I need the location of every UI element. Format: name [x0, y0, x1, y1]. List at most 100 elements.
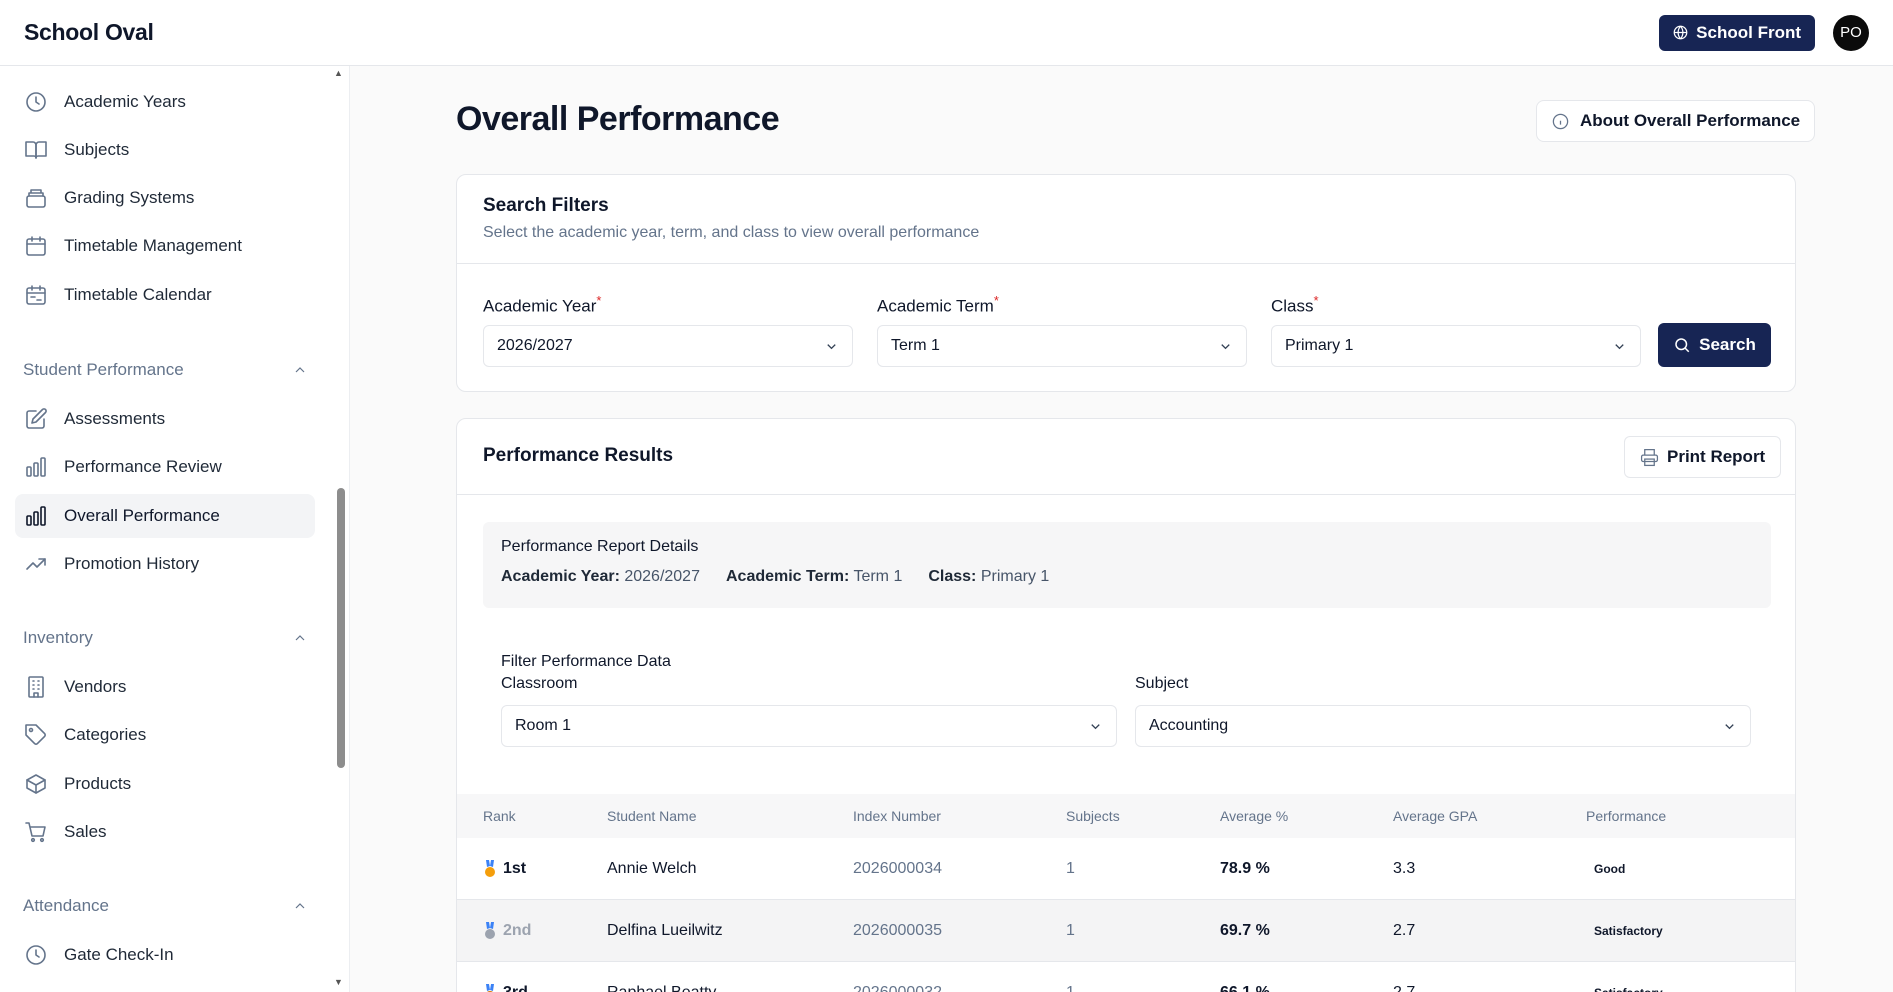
info-icon [1552, 113, 1569, 129]
academic-year-label: Academic Year* [483, 293, 601, 317]
classroom-value: Room 1 [515, 717, 572, 734]
header-average-gpa[interactable]: Average GPA [1393, 808, 1586, 824]
about-overall-performance-button[interactable]: About Overall Performance [1536, 100, 1816, 142]
chevron-down-icon [1221, 343, 1230, 349]
academic-term-label-text: Academic Term [877, 296, 994, 316]
class-select[interactable]: Primary 1 [1271, 325, 1641, 367]
sidebar-item-timetable-management[interactable]: Timetable Management [15, 224, 315, 268]
detail-class: Class: Primary 1 [928, 568, 1049, 586]
academic-year-select[interactable]: 2026/2027 [483, 325, 853, 367]
table-row[interactable]: 1st Annie Welch 2026000034 1 78.9 % 3.3 … [457, 838, 1795, 900]
sidebar: ▲ ▼ Academic Years Subjects Grading Syst… [0, 66, 350, 992]
sidebar-item-academic-years[interactable]: Academic Years [15, 80, 315, 124]
header-performance[interactable]: Performance [1586, 808, 1786, 824]
header-rank[interactable]: Rank [457, 808, 607, 824]
calendar-icon [26, 236, 46, 256]
about-label: About Overall Performance [1580, 111, 1801, 130]
student-name: Raphael Beatty [607, 983, 717, 992]
detail-value: Term 1 [853, 568, 903, 585]
sidebar-item-gate-check-in[interactable]: Gate Check-In [15, 933, 315, 977]
header-subjects[interactable]: Subjects [1066, 808, 1220, 824]
academic-term-value: Term 1 [891, 337, 940, 354]
sidebar-item-products[interactable]: Products [15, 762, 315, 806]
header-student-name[interactable]: Student Name [607, 808, 853, 824]
subject-select[interactable]: Accounting [1135, 705, 1751, 747]
academic-term-select[interactable]: Term 1 [877, 325, 1247, 367]
class-value: Primary 1 [1285, 337, 1354, 354]
chevron-down-icon [1091, 723, 1100, 729]
performance-results-title: Performance Results [483, 445, 674, 466]
section-attendance[interactable]: Attendance [23, 896, 308, 916]
performance-cell: Good [1586, 859, 1786, 879]
academic-year-value: 2026/2027 [497, 337, 573, 354]
chevron-up-icon [295, 903, 305, 909]
section-inventory[interactable]: Inventory [23, 628, 308, 648]
search-button[interactable]: Search [1658, 323, 1771, 367]
sidebar-item-label: Assessments [64, 409, 166, 428]
sidebar-item-overall-performance[interactable]: Overall Performance [15, 494, 315, 538]
sidebar-item-label: Academic Years [64, 92, 186, 111]
performance-badge: Satisfactory [1586, 983, 1671, 992]
average-gpa: 2.7 [1393, 921, 1416, 939]
header-average-percent[interactable]: Average % [1220, 808, 1393, 824]
performance-results-card: Performance Results Print Report Perform… [456, 418, 1796, 992]
gold-medal-icon [485, 859, 495, 877]
book-icon [25, 141, 47, 159]
chevron-up-icon [295, 635, 305, 641]
search-label: Search [1699, 335, 1756, 354]
sidebar-item-assessments[interactable]: Assessments [15, 397, 315, 441]
print-report-button[interactable]: Print Report [1624, 436, 1782, 478]
scroll-up-arrow-icon[interactable]: ▲ [334, 68, 343, 78]
sidebar-item-vendors[interactable]: Vendors [15, 665, 315, 709]
printer-icon [1640, 448, 1659, 466]
table-header: Rank Student Name Index Number Subjects … [457, 794, 1795, 838]
sidebar-item-timetable-calendar[interactable]: Timetable Calendar [15, 273, 315, 317]
sidebar-item-promotion-history[interactable]: Promotion History [15, 542, 315, 586]
sidebar-item-performance-review[interactable]: Performance Review [15, 445, 315, 489]
average-percent: 78.9 % [1220, 859, 1270, 877]
clock-icon [26, 945, 46, 965]
sidebar-scrollbar-thumb[interactable] [337, 488, 345, 768]
avatar[interactable]: PO [1833, 14, 1869, 51]
section-student-performance[interactable]: Student Performance [23, 360, 308, 380]
sidebar-item-grading-systems[interactable]: Grading Systems [15, 176, 315, 220]
classroom-label: Classroom [501, 675, 578, 692]
table-row[interactable]: 3rd Raphael Beatty 2026000032 1 66.1 % 2… [457, 962, 1795, 992]
performance-badge: Satisfactory [1594, 923, 1663, 938]
header-index-number[interactable]: Index Number [853, 808, 1066, 824]
section-label: Student Performance [23, 360, 184, 379]
search-filters-subtitle: Select the academic year, term, and clas… [483, 224, 980, 241]
subject-label: Subject [1135, 675, 1189, 692]
trending-up-icon [26, 558, 46, 570]
classroom-select[interactable]: Room 1 [501, 705, 1117, 747]
detail-key: Academic Year: [501, 568, 620, 585]
average-percent: 66.1 % [1220, 983, 1270, 992]
report-details-row: Academic Year: 2026/2027 Academic Term: … [501, 568, 1049, 586]
required-mark: * [1313, 293, 1319, 308]
filter-performance-data-title: Filter Performance Data [501, 653, 671, 670]
detail-academic-year: Academic Year: 2026/2027 [501, 568, 700, 586]
cart-icon [25, 822, 46, 843]
rank-value: 3rd [503, 983, 528, 992]
chevron-up-icon [295, 367, 305, 373]
sidebar-item-label: Subjects [64, 140, 130, 159]
index-number: 2026000032 [853, 983, 942, 992]
divider [457, 494, 1795, 495]
scroll-down-arrow-icon[interactable]: ▼ [334, 977, 343, 987]
sidebar-item-label: Vendors [64, 677, 127, 696]
table-row[interactable]: 2nd Delfina Lueilwitz 2026000035 1 69.7 … [457, 900, 1795, 962]
sidebar-item-label: Promotion History [64, 554, 200, 573]
search-filters-title: Search Filters [483, 195, 609, 216]
detail-key: Class: [928, 568, 977, 585]
rank-value: 1st [503, 859, 527, 877]
school-front-button[interactable]: School Front [1659, 14, 1815, 51]
sidebar-item-sales[interactable]: Sales [15, 810, 315, 854]
sidebar-item-subjects[interactable]: Subjects [15, 128, 315, 172]
chevron-down-icon [1725, 723, 1734, 729]
clock-icon [26, 92, 46, 112]
sidebar-item-label: Sales [64, 822, 107, 841]
student-name: Delfina Lueilwitz [607, 921, 723, 939]
sidebar-item-categories[interactable]: Categories [15, 713, 315, 757]
brand-logo[interactable]: School Oval [24, 19, 154, 46]
performance-cell: Satisfactory [1586, 983, 1786, 992]
